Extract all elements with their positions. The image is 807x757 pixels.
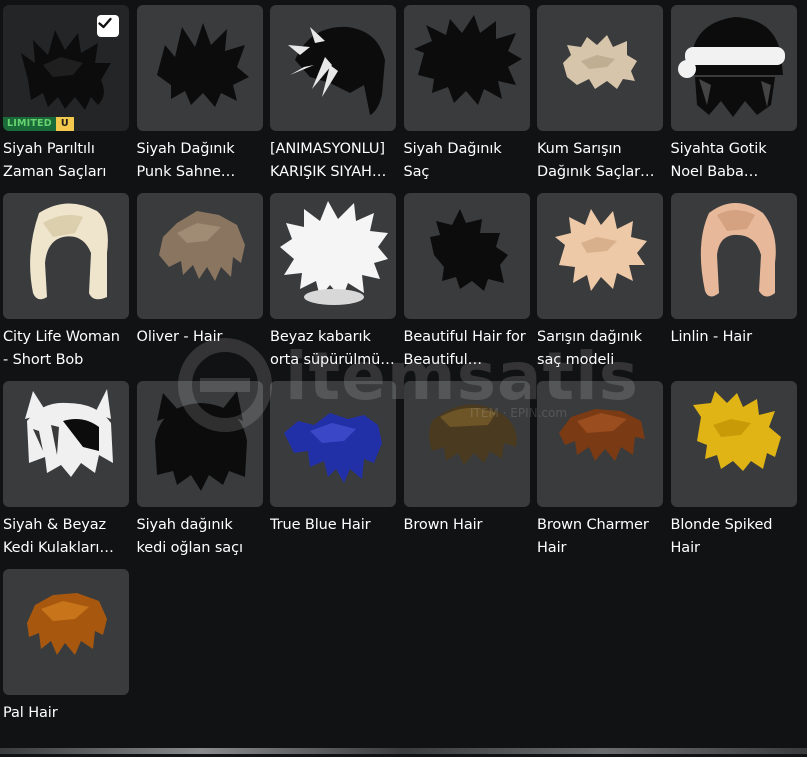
hair-item-card[interactable]: Siyah Dağınık Saç bbox=[403, 5, 530, 193]
item-thumbnail[interactable] bbox=[670, 381, 797, 507]
item-thumbnail[interactable] bbox=[3, 381, 129, 507]
item-thumbnail[interactable] bbox=[403, 381, 530, 507]
item-thumbnail[interactable] bbox=[403, 193, 530, 319]
item-name[interactable]: Beyaz kabarık orta süpürülmü… bbox=[270, 326, 396, 372]
hair-icon bbox=[25, 389, 113, 477]
item-thumbnail[interactable] bbox=[270, 381, 396, 507]
item-thumbnail[interactable] bbox=[270, 5, 396, 131]
hair-icon bbox=[284, 413, 382, 483]
hair-icon bbox=[428, 404, 517, 465]
hair-icon bbox=[677, 17, 785, 117]
hair-item-card[interactable]: [ANIMASYONLU] KARIŞIK SIYAH… bbox=[270, 5, 396, 193]
item-thumbnail[interactable] bbox=[403, 5, 530, 131]
item-name[interactable]: Pal Hair bbox=[3, 702, 129, 725]
hair-icon bbox=[30, 203, 108, 300]
hair-item-card[interactable]: Siyah dağınık kedi oğlan saçı bbox=[136, 381, 263, 569]
hair-item-card[interactable]: Brown Charmer Hair bbox=[537, 381, 663, 569]
item-thumbnail[interactable] bbox=[136, 193, 263, 319]
item-thumbnail[interactable] bbox=[537, 381, 663, 507]
item-name[interactable]: Brown Hair bbox=[404, 514, 530, 537]
hair-icon bbox=[413, 15, 522, 105]
limited-u-label: U bbox=[55, 117, 74, 131]
hair-icon bbox=[280, 201, 388, 305]
hair-item-card[interactable]: True Blue Hair bbox=[270, 381, 396, 569]
hair-icon bbox=[288, 26, 385, 115]
item-name[interactable]: Siyah & Beyaz Kedi Kulakları… bbox=[3, 514, 129, 560]
item-thumbnail[interactable] bbox=[537, 5, 663, 131]
hair-item-card[interactable]: Beyaz kabarık orta süpürülmü… bbox=[270, 193, 396, 381]
item-name[interactable]: Linlin - Hair bbox=[671, 326, 797, 349]
item-name[interactable]: Blonde Spiked Hair bbox=[671, 514, 797, 560]
hair-icon bbox=[156, 23, 249, 107]
item-name[interactable]: Siyahta Gotik Noel Baba… bbox=[671, 138, 797, 184]
hair-item-card[interactable]: LIMITED U Siyah Parıltılı Zaman Saçları bbox=[3, 5, 129, 193]
hair-item-card[interactable]: City Life Woman - Short Bob bbox=[3, 193, 129, 381]
hair-item-card[interactable]: Kum Sarışın Dağınık Saçlar… bbox=[537, 5, 663, 193]
hair-item-grid: LIMITED U Siyah Parıltılı Zaman Saçları Siy… bbox=[3, 5, 797, 757]
hair-icon bbox=[559, 409, 645, 461]
item-name[interactable]: City Life Woman - Short Bob bbox=[3, 326, 129, 372]
item-name[interactable]: True Blue Hair bbox=[270, 514, 396, 537]
item-name[interactable]: Siyah Parıltılı Zaman Saçları bbox=[3, 138, 129, 184]
selected-check-icon[interactable] bbox=[97, 15, 119, 37]
hair-icon bbox=[692, 391, 781, 471]
item-name[interactable]: Beautiful Hair for Beautiful… bbox=[404, 326, 530, 372]
item-name[interactable]: Siyah Dağınık Saç bbox=[404, 138, 530, 184]
item-thumbnail[interactable] bbox=[136, 381, 263, 507]
hair-item-card[interactable]: Pal Hair bbox=[3, 569, 129, 757]
item-name[interactable]: Oliver - Hair bbox=[137, 326, 263, 349]
item-thumbnail[interactable] bbox=[3, 193, 129, 319]
item-thumbnail[interactable] bbox=[670, 5, 797, 131]
item-thumbnail[interactable] bbox=[670, 193, 797, 319]
item-name[interactable]: Brown Charmer Hair bbox=[537, 514, 663, 560]
item-name[interactable]: [ANIMASYONLU] KARIŞIK SIYAH… bbox=[270, 138, 396, 184]
limited-label: LIMITED bbox=[3, 117, 56, 131]
hair-icon bbox=[27, 593, 107, 655]
hair-icon bbox=[555, 209, 647, 291]
hair-item-card[interactable]: Siyah Dağınık Punk Sahne… bbox=[136, 5, 263, 193]
hair-item-card[interactable]: Sarışın dağınık saç modeli bbox=[537, 193, 663, 381]
hair-item-card[interactable]: Siyah & Beyaz Kedi Kulakları… bbox=[3, 381, 129, 569]
limited-u-badge: LIMITED U bbox=[3, 117, 74, 131]
item-name[interactable]: Kum Sarışın Dağınık Saçlar… bbox=[537, 138, 663, 184]
hair-icon bbox=[563, 35, 637, 89]
item-thumbnail[interactable] bbox=[136, 5, 263, 131]
item-name[interactable]: Siyah dağınık kedi oğlan saçı bbox=[137, 514, 263, 560]
item-name[interactable]: Siyah Dağınık Punk Sahne… bbox=[137, 138, 263, 184]
hair-icon bbox=[700, 203, 776, 297]
hair-item-card[interactable]: Oliver - Hair bbox=[136, 193, 263, 381]
bottom-edge-bar bbox=[0, 748, 807, 754]
hair-item-card[interactable]: Linlin - Hair bbox=[670, 193, 797, 381]
hair-item-card[interactable]: Blonde Spiked Hair bbox=[670, 381, 797, 569]
hair-icon bbox=[429, 209, 508, 291]
item-thumbnail[interactable] bbox=[270, 193, 396, 319]
item-thumbnail[interactable]: LIMITED U bbox=[3, 5, 129, 131]
hair-item-card[interactable]: Brown Hair bbox=[403, 381, 530, 569]
item-name[interactable]: Sarışın dağınık saç modeli bbox=[537, 326, 663, 372]
hair-icon bbox=[154, 391, 247, 491]
item-thumbnail[interactable] bbox=[3, 569, 129, 695]
item-thumbnail[interactable] bbox=[537, 193, 663, 319]
hair-item-card[interactable]: Beautiful Hair for Beautiful… bbox=[403, 193, 530, 381]
hair-item-card[interactable]: Siyahta Gotik Noel Baba… bbox=[670, 5, 797, 193]
hair-icon bbox=[158, 211, 245, 281]
